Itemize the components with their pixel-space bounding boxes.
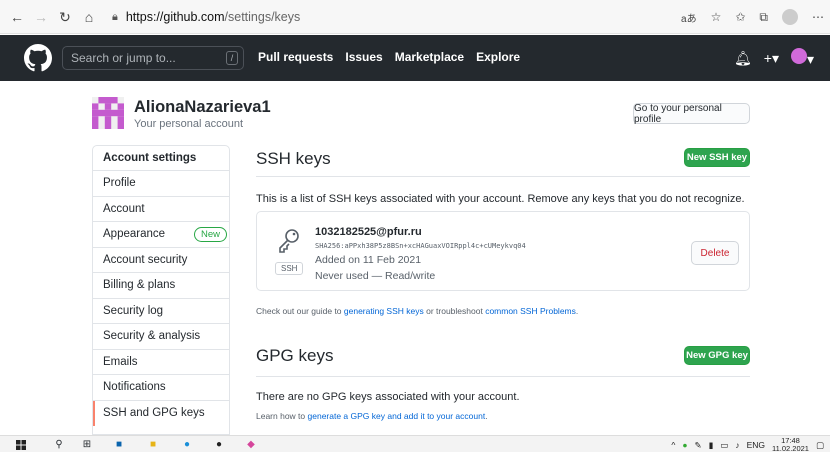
profile-avatar [92, 97, 124, 129]
common-ssh-problems-link[interactable]: common SSH Problems [485, 306, 576, 316]
sidebar-item-security-analysis[interactable]: Security & analysis [93, 324, 229, 350]
guide-prefix: Check out our guide to [256, 306, 344, 316]
generating-ssh-keys-link[interactable]: generating SSH keys [344, 306, 424, 316]
learn-prefix: Learn how to [256, 411, 308, 421]
ssh-key-item: SSH 1032182525@pfur.ru SHA256:aPPxh38P5z… [256, 211, 750, 291]
guide-middle: or troubleshoot [423, 306, 486, 316]
task-view-icon[interactable]: ⊞ [80, 438, 94, 451]
sidebar-item-security-log[interactable]: Security log [93, 299, 229, 324]
user-menu-avatar[interactable]: ▾ [790, 48, 814, 68]
search-shortcut-key: / [226, 51, 238, 65]
nav-issues[interactable]: Issues [345, 50, 382, 64]
favorites-icon[interactable]: ✩ [735, 10, 745, 24]
new-ssh-key-button[interactable]: New SSH key [684, 148, 750, 167]
create-new-plus-icon[interactable]: +▾ [764, 50, 779, 67]
clock[interactable]: 17:48 11.02.2021 [772, 437, 809, 452]
volume-icon[interactable]: ♪ [735, 440, 739, 450]
lock-icon: 🔒︎ [112, 10, 118, 23]
more-icon[interactable]: ⋯ [812, 10, 824, 24]
generate-gpg-key-link[interactable]: generate a GPG key and add it to your ac… [308, 411, 486, 421]
key-icon [279, 229, 299, 253]
tray-chevron-icon[interactable]: ^ [671, 440, 675, 450]
sidebar-item-account[interactable]: Account [93, 197, 229, 222]
sidebar-item-account-security[interactable]: Account security [93, 248, 229, 273]
guide-suffix: . [575, 306, 579, 316]
read-aloud-icon[interactable]: aあ [681, 10, 697, 25]
pen-icon[interactable]: ✎ [694, 440, 701, 451]
sidebar-item-profile[interactable]: Profile [93, 171, 229, 197]
address-bar[interactable]: 🔒︎ https://github.com/settings/keys [112, 6, 732, 28]
url-path: /settings/keys [224, 10, 301, 24]
browser-profile-icon[interactable] [782, 9, 798, 25]
profile-subtitle: Your personal account [134, 118, 244, 130]
sidebar-item-emails[interactable]: Emails [93, 350, 229, 375]
key-usage: Never used — Read/write [315, 270, 436, 282]
sidebar-item-appearance[interactable]: Appearance New [93, 222, 229, 248]
collections-icon[interactable]: ⧉ [759, 10, 768, 25]
search-input[interactable]: Search or jump to... / [62, 46, 244, 70]
notifications-icon[interactable]: ▢ [816, 440, 824, 451]
app-icon[interactable]: ◆ [244, 438, 258, 451]
new-badge: New [193, 227, 227, 242]
forward-icon[interactable]: → [30, 6, 52, 28]
search-icon[interactable]: ⚲ [52, 438, 66, 451]
github-header: Search or jump to... / Pull requests Iss… [0, 35, 830, 81]
sidebar-heading: Account settings [93, 146, 229, 171]
delete-key-button[interactable]: Delete [691, 241, 739, 265]
clock-date: 11.02.2021 [771, 444, 809, 452]
key-fingerprint: SHA256:aPPxh38P5z8BSn+xcHAGuaxVOIRppl4c+… [315, 242, 526, 250]
learn-suffix: . [485, 411, 488, 421]
divider [256, 176, 750, 177]
key-added-date: Added on 11 Feb 2021 [315, 254, 422, 266]
sidebar-item-label: Appearance [103, 228, 166, 241]
github-desktop-icon[interactable]: ● [212, 438, 226, 451]
system-tray: ^ ● ✎ ▮ ▭ ♪ ENG 17:48 11.02.2021 ▢ [671, 437, 824, 452]
windows-taskbar: ⚲ ⊞ ■ ■ ● ● ◆ ^ ● ✎ ▮ ▭ ♪ ENG 17:48 11.0… [0, 435, 830, 452]
go-to-profile-button[interactable]: Go to your personal profile [633, 103, 750, 125]
windows-start-icon[interactable] [14, 438, 28, 451]
store-icon[interactable]: ■ [112, 438, 126, 451]
sidebar-item-billing[interactable]: Billing & plans [93, 273, 229, 299]
home-icon[interactable]: ⌂ [78, 6, 100, 28]
favorite-add-icon[interactable]: ☆ [711, 10, 722, 24]
edge-icon[interactable]: ● [180, 438, 194, 451]
nav-explore[interactable]: Explore [476, 50, 520, 64]
tray-app-icon[interactable]: ● [682, 440, 687, 450]
new-gpg-key-button[interactable]: New GPG key [684, 346, 750, 365]
battery-icon[interactable]: ▮ [709, 440, 714, 451]
ssh-description: This is a list of SSH keys associated wi… [256, 193, 745, 205]
key-type-label: SSH [275, 262, 304, 275]
gpg-learn-text: Learn how to generate a GPG key and add … [256, 411, 488, 421]
github-logo-icon[interactable] [24, 44, 52, 72]
sidebar-item-notifications[interactable]: Notifications [93, 375, 229, 401]
ssh-keys-heading: SSH keys [256, 149, 331, 168]
gpg-empty-text: There are no GPG keys associated with yo… [256, 391, 520, 403]
nav-marketplace[interactable]: Marketplace [395, 50, 464, 64]
browser-toolbar: ← → ↻ ⌂ 🔒︎ https://github.com/settings/k… [0, 0, 830, 34]
divider [256, 376, 750, 377]
nav-pull-requests[interactable]: Pull requests [258, 50, 333, 64]
reload-icon[interactable]: ↻ [54, 6, 76, 28]
url-host: https://github.com [125, 10, 225, 24]
gpg-keys-heading: GPG keys [256, 346, 334, 365]
sidebar-item-ssh-gpg-keys[interactable]: SSH and GPG keys [93, 400, 229, 426]
ssh-guide-text: Check out our guide to generating SSH ke… [256, 306, 578, 316]
key-title: 1032182525@pfur.ru [315, 226, 422, 238]
file-explorer-icon[interactable]: ■ [146, 438, 160, 451]
network-icon[interactable]: ▭ [720, 440, 728, 451]
settings-sidebar: Account settings Profile Account Appeara… [92, 145, 230, 435]
notifications-bell-icon[interactable]: 🔔︎ [734, 50, 752, 67]
back-icon[interactable]: ← [6, 6, 28, 28]
profile-name: AlionaNazarieva1 [134, 98, 271, 116]
language-indicator[interactable]: ENG [747, 440, 765, 450]
user-avatar [790, 48, 807, 64]
search-placeholder: Search or jump to... [71, 51, 176, 65]
